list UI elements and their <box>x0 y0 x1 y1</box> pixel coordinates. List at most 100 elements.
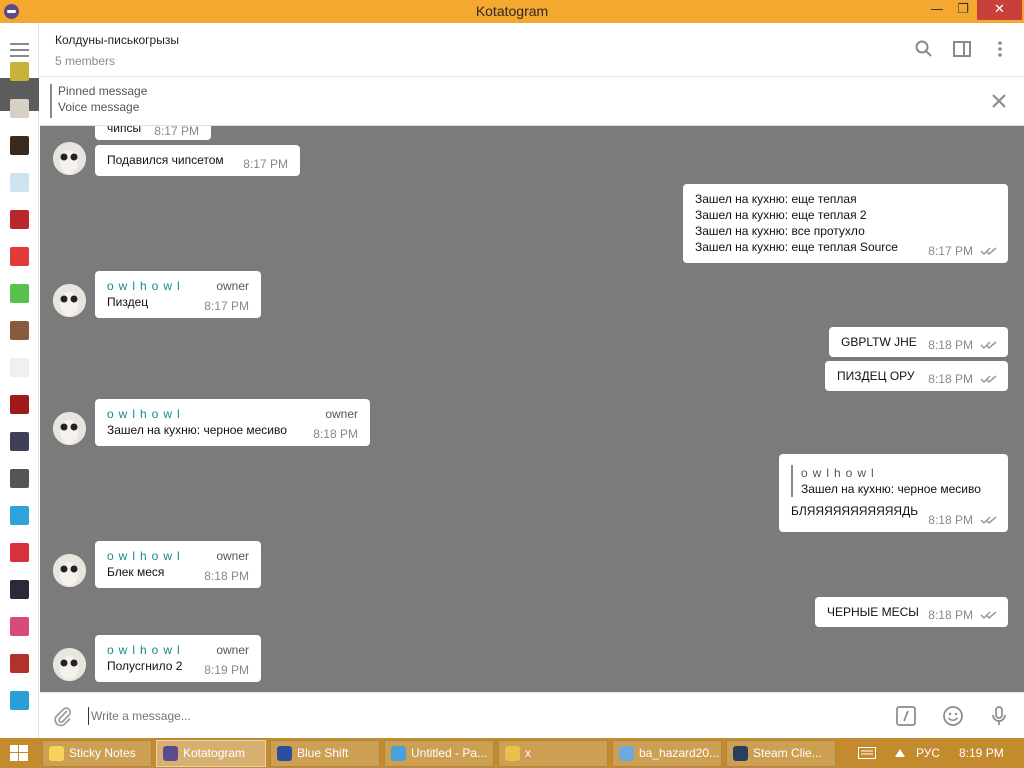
members-count[interactable]: 5 members <box>55 54 115 68</box>
taskbar-app-icon <box>49 746 64 761</box>
more-options-icon[interactable] <box>990 39 1010 59</box>
taskbar-item-label: Steam Clie... <box>753 746 822 760</box>
avatar[interactable] <box>53 142 86 175</box>
chat-avatar-17[interactable] <box>10 654 29 673</box>
chat-header: Колдуны-писькогрызы 5 members <box>40 23 1024 77</box>
message-time: 8:17 PM <box>154 126 199 138</box>
chat-avatar-3[interactable] <box>10 136 29 155</box>
author-role-badge: owner <box>216 549 249 563</box>
taskbar-item[interactable]: Sticky Notes <box>42 740 152 767</box>
message-incoming[interactable]: owlhowl owner Полусгнило 2 8:19 PM <box>95 635 261 682</box>
message-author[interactable]: owlhowl <box>107 548 185 564</box>
bot-commands-icon[interactable] <box>895 705 917 727</box>
message-incoming[interactable]: чипсы 8:17 PM <box>95 126 211 140</box>
read-checkmarks-icon <box>980 516 997 525</box>
search-icon[interactable] <box>914 39 934 59</box>
taskbar-app-icon <box>391 746 406 761</box>
chat-avatar-8[interactable] <box>10 321 29 340</box>
message-author[interactable]: owlhowl <box>107 278 185 294</box>
microphone-icon[interactable] <box>988 705 1010 727</box>
side-panel-icon[interactable] <box>952 39 972 59</box>
chat-avatar-9[interactable] <box>10 358 29 377</box>
pinned-message-bar[interactable]: Pinned message Voice message <box>40 78 1024 126</box>
avatar[interactable] <box>53 648 86 681</box>
read-checkmarks-icon <box>980 611 997 620</box>
emoji-icon[interactable] <box>942 705 964 727</box>
taskbar-item-label: x <box>525 746 531 760</box>
message-time: 8:17 PM <box>204 299 249 313</box>
chat-list-sidebar <box>0 23 39 738</box>
message-time: 8:18 PM <box>204 569 249 583</box>
reply-quote[interactable]: owlhowl Зашел на кухню: черное месиво <box>791 465 996 497</box>
taskbar-item[interactable]: Untitled - Pa... <box>384 740 494 767</box>
author-role-badge: owner <box>325 407 358 421</box>
taskbar-app-icon <box>505 746 520 761</box>
keyboard-icon[interactable] <box>858 747 876 759</box>
message-incoming[interactable]: owlhowl owner Зашел на кухню: черное мес… <box>95 399 370 446</box>
chat-title[interactable]: Колдуны-писькогрызы <box>55 33 179 47</box>
message-outgoing[interactable]: owlhowl Зашел на кухню: черное месиво БЛ… <box>779 454 1008 532</box>
taskbar-item-label: Kotatogram <box>183 746 246 760</box>
title-bar: Kotatogram — ❐ ✕ <box>0 0 1024 23</box>
message-author[interactable]: owlhowl <box>107 406 185 422</box>
avatar[interactable] <box>53 554 86 587</box>
chat-avatar-7[interactable] <box>10 284 29 303</box>
message-incoming[interactable]: owlhowl owner Пиздец 8:17 PM <box>95 271 261 318</box>
attach-icon[interactable] <box>52 705 74 727</box>
message-time: 8:17 PM <box>928 244 973 258</box>
message-incoming[interactable]: owlhowl owner Блек меся 8:18 PM <box>95 541 261 588</box>
chat-avatar-16[interactable] <box>10 617 29 636</box>
chat-avatar-18[interactable] <box>10 691 29 710</box>
message-author[interactable]: owlhowl <box>107 642 185 658</box>
taskbar-app-icon <box>619 746 634 761</box>
chat-avatar-4[interactable] <box>10 173 29 192</box>
taskbar-item[interactable]: x <box>498 740 608 767</box>
taskbar-app-icon <box>277 746 292 761</box>
message-outgoing[interactable]: GBPLTW JHE 8:18 PM <box>829 327 1008 357</box>
tray-expand-icon[interactable] <box>895 749 905 757</box>
message-outgoing[interactable]: Зашел на кухню: еще теплая Зашел на кухн… <box>683 184 1008 263</box>
message-list[interactable]: чипсы 8:17 PM Подавился чипсетом 8:17 PM… <box>40 126 1024 692</box>
input-language[interactable]: РУС <box>916 738 940 768</box>
window-title: Kotatogram <box>475 3 549 19</box>
message-incoming[interactable]: Подавился чипсетом 8:17 PM <box>95 145 300 176</box>
avatar[interactable] <box>53 412 86 445</box>
author-role-badge: owner <box>216 643 249 657</box>
taskbar-item-label: Untitled - Pa... <box>411 746 488 760</box>
read-checkmarks-icon <box>980 375 997 384</box>
chat-avatar-11[interactable] <box>10 432 29 451</box>
chat-avatar-12[interactable] <box>10 469 29 488</box>
message-input[interactable] <box>88 707 868 725</box>
taskbar-item[interactable]: Blue Shift <box>270 740 380 767</box>
taskbar-item[interactable]: Steam Clie... <box>726 740 836 767</box>
menu-icon[interactable] <box>10 43 29 57</box>
taskbar-item[interactable]: ba_hazard20... <box>612 740 722 767</box>
message-text: Зашел на кухню: еще теплая 2 <box>695 208 867 222</box>
taskbar-item-label: Sticky Notes <box>69 746 136 760</box>
message-outgoing[interactable]: ПИЗДЕЦ ОРУ 8:18 PM <box>825 361 1008 391</box>
message-time: 8:18 PM <box>313 427 358 441</box>
avatar[interactable] <box>53 284 86 317</box>
chat-avatar-14[interactable] <box>10 543 29 562</box>
chat-avatar-13[interactable] <box>10 506 29 525</box>
taskbar-item[interactable]: Kotatogram <box>156 740 266 767</box>
message-outgoing[interactable]: ЧЕРНЫЕ МЕСЫ 8:18 PM <box>815 597 1008 627</box>
chat-avatar-5[interactable] <box>10 210 29 229</box>
chat-avatar-15[interactable] <box>10 580 29 599</box>
message-text: Зашел на кухню: все протухло <box>695 224 865 238</box>
close-window-button[interactable]: ✕ <box>977 0 1022 20</box>
taskbar-app-icon <box>733 746 748 761</box>
close-pinned-icon[interactable] <box>990 92 1008 110</box>
chat-avatar-10[interactable] <box>10 395 29 414</box>
windows-start-icon[interactable] <box>10 745 28 761</box>
chat-avatar-1[interactable] <box>10 62 29 81</box>
restore-button[interactable]: ❐ <box>952 0 974 20</box>
chat-avatar-6[interactable] <box>10 247 29 266</box>
reply-text: Зашел на кухню: черное месиво <box>801 482 981 496</box>
read-checkmarks-icon <box>980 341 997 350</box>
chat-avatar-2[interactable] <box>10 99 29 118</box>
minimize-button[interactable]: — <box>926 0 948 20</box>
message-time: 8:18 PM <box>928 338 973 352</box>
system-clock[interactable]: 8:19 PM <box>959 738 1004 768</box>
author-role-badge: owner <box>216 279 249 293</box>
